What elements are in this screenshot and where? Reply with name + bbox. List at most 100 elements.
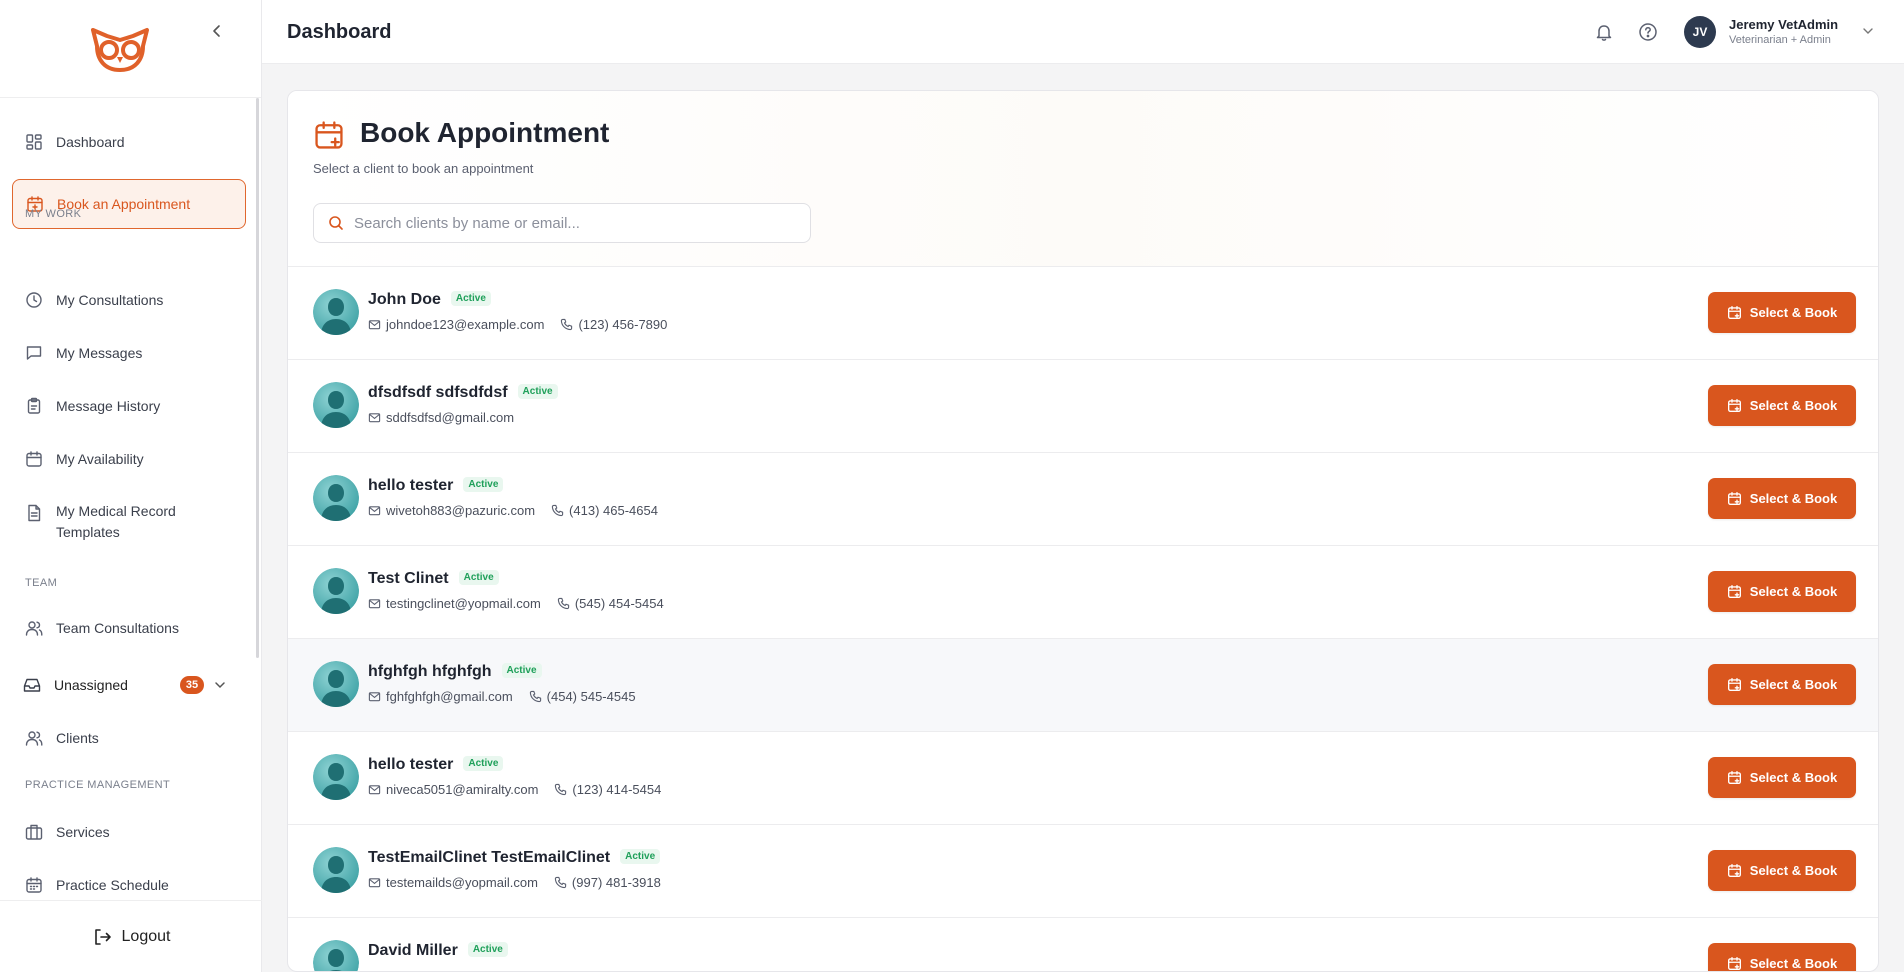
unassigned-count-badge: 35 (180, 676, 204, 694)
calendar-plus-icon (1727, 584, 1742, 599)
sidebar-item-book-appointment[interactable]: Book an Appointment (12, 179, 246, 229)
calendar-icon (24, 449, 44, 469)
client-row[interactable]: John Doe Active johndoe123@example.com (123… (288, 267, 1878, 360)
client-name: TestEmailClinet TestEmailClinet (368, 849, 611, 866)
briefcase-icon (24, 822, 44, 842)
chevron-left-icon (213, 25, 220, 37)
section-label-my-work: MY WORK (25, 208, 82, 220)
client-row[interactable]: hfghfgh hfghfgh Active fghfghfgh@gmail.com… (288, 639, 1878, 732)
client-email: testingclinet@yopmail.com (386, 596, 541, 611)
select-and-book-label: Select & Book (1749, 863, 1838, 878)
client-name: hfghfgh hfghfgh (368, 663, 492, 680)
select-and-book-button[interactable]: Select & Book (1708, 571, 1856, 612)
search-input[interactable] (354, 214, 794, 232)
select-and-book-button[interactable]: Select & Book (1708, 292, 1856, 333)
sidebar-scrollbar[interactable] (256, 98, 259, 658)
chevron-down-icon[interactable] (1862, 25, 1874, 37)
user-avatar[interactable]: JV (1684, 16, 1716, 48)
calendar-days-icon (24, 875, 44, 895)
bell-icon[interactable] (1594, 22, 1614, 42)
client-row[interactable]: David Miller Active Select & Book (288, 918, 1878, 971)
sidebar-item-dashboard[interactable]: Dashboard (12, 118, 246, 166)
status-badge: Active (620, 849, 661, 864)
collapse-sidebar-button[interactable] (213, 20, 239, 42)
phone-icon (554, 876, 567, 889)
mail-icon (368, 318, 381, 331)
user-name[interactable]: Jeremy VetAdmin (1729, 17, 1838, 32)
select-and-book-button[interactable]: Select & Book (1708, 943, 1856, 971)
client-name-line: hello tester Active (368, 477, 504, 495)
select-and-book-button[interactable]: Select & Book (1708, 850, 1856, 891)
client-search[interactable] (313, 203, 811, 243)
client-avatar (313, 475, 359, 521)
sidebar-item-services[interactable]: Services (12, 808, 246, 856)
sidebar-item-label: Services (56, 824, 110, 840)
client-name: David Miller (368, 942, 458, 959)
sidebar-item-message-history[interactable]: Message History (12, 382, 246, 430)
sidebar: Dashboard Book an Appointment MY WORK My… (0, 0, 262, 972)
phone-icon (554, 783, 567, 796)
mail-icon (368, 504, 381, 517)
sidebar-item-practice-schedule[interactable]: Practice Schedule (12, 861, 246, 900)
card-subtitle: Select a client to book an appointment (313, 161, 534, 176)
mail-icon (368, 690, 381, 703)
top-header: Dashboard JV Jeremy VetAdmin Veterinaria… (262, 0, 1904, 64)
sidebar-item-unassigned[interactable]: Unassigned 35 (12, 661, 246, 709)
client-row[interactable]: dfsdfsdf sdfsdfdsf Active sddfsdfsd@gmail.… (288, 360, 1878, 453)
select-and-book-button[interactable]: Select & Book (1708, 664, 1856, 705)
phone-icon (560, 318, 573, 331)
client-avatar (313, 382, 359, 428)
message-square-icon (24, 343, 44, 363)
client-email: testemailds@yopmail.com (386, 875, 538, 890)
sidebar-item-label: Team Consultations (56, 620, 179, 636)
phone-icon (557, 597, 570, 610)
owl-logo (90, 27, 149, 72)
help-circle-icon[interactable] (1638, 22, 1658, 42)
sidebar-item-medical-record-templates[interactable]: My Medical Record Templates (12, 493, 246, 549)
client-name-line: hfghfgh hfghfgh Active (368, 663, 542, 681)
sidebar-item-label: Dashboard (56, 134, 125, 150)
section-label-team: TEAM (25, 577, 58, 589)
client-row[interactable]: Test Clinet Active testingclinet@yopmail.c… (288, 546, 1878, 639)
client-list: John Doe Active johndoe123@example.com (123… (288, 267, 1878, 971)
select-and-book-label: Select & Book (1749, 770, 1838, 785)
card-header: Book Appointment Select a client to book… (288, 91, 1878, 267)
mail-icon (368, 597, 381, 610)
client-name-line: dfsdfsdf sdfsdfdsf Active (368, 384, 558, 402)
clipboard-icon (24, 396, 44, 416)
card-title: Book Appointment (360, 117, 610, 148)
calendar-plus-icon (1727, 770, 1742, 785)
select-and-book-button[interactable]: Select & Book (1708, 757, 1856, 798)
client-name: Test Clinet (368, 570, 449, 587)
client-row[interactable]: hello tester Active niveca5051@amiralty.co… (288, 732, 1878, 825)
select-and-book-button[interactable]: Select & Book (1708, 385, 1856, 426)
sidebar-item-label: Clients (56, 730, 99, 746)
section-label-practice-management: PRACTICE MANAGEMENT (25, 779, 171, 791)
client-name: dfsdfsdf sdfsdfdsf (368, 384, 508, 401)
sidebar-item-team-consultations[interactable]: Team Consultations (12, 604, 246, 652)
client-contact: testemailds@yopmail.com (997) 481-3918 (368, 875, 661, 890)
logout-button[interactable]: Logout (0, 900, 262, 972)
logo-area (0, 0, 261, 98)
sidebar-item-my-messages[interactable]: My Messages (12, 329, 246, 377)
file-text-icon (24, 503, 44, 523)
status-badge: Active (458, 570, 499, 585)
select-and-book-label: Select & Book (1749, 956, 1838, 971)
client-email: sddfsdfsd@gmail.com (386, 410, 515, 425)
layout-grid-icon (24, 132, 44, 152)
client-row[interactable]: hello tester Active wivetoh883@pazuric.com… (288, 453, 1878, 546)
client-phone-text: (413) 465-4654 (569, 503, 658, 518)
calendar-plus-icon (1727, 491, 1742, 506)
status-badge: Active (463, 756, 504, 771)
client-phone-text: (997) 481-3918 (571, 875, 661, 890)
inbox-icon (22, 675, 42, 695)
sidebar-item-clients[interactable]: Clients (12, 714, 246, 762)
select-and-book-button[interactable]: Select & Book (1708, 478, 1856, 519)
client-phone: (413) 465-4654 (551, 503, 658, 518)
client-avatar (313, 847, 359, 893)
sidebar-item-my-consultations[interactable]: My Consultations (12, 276, 246, 324)
client-name-line: hello tester Active (368, 756, 504, 774)
calendar-plus-icon (1727, 677, 1742, 692)
client-row[interactable]: TestEmailClinet TestEmailClinet Active tes… (288, 825, 1878, 918)
sidebar-item-my-availability[interactable]: My Availability (12, 435, 246, 483)
